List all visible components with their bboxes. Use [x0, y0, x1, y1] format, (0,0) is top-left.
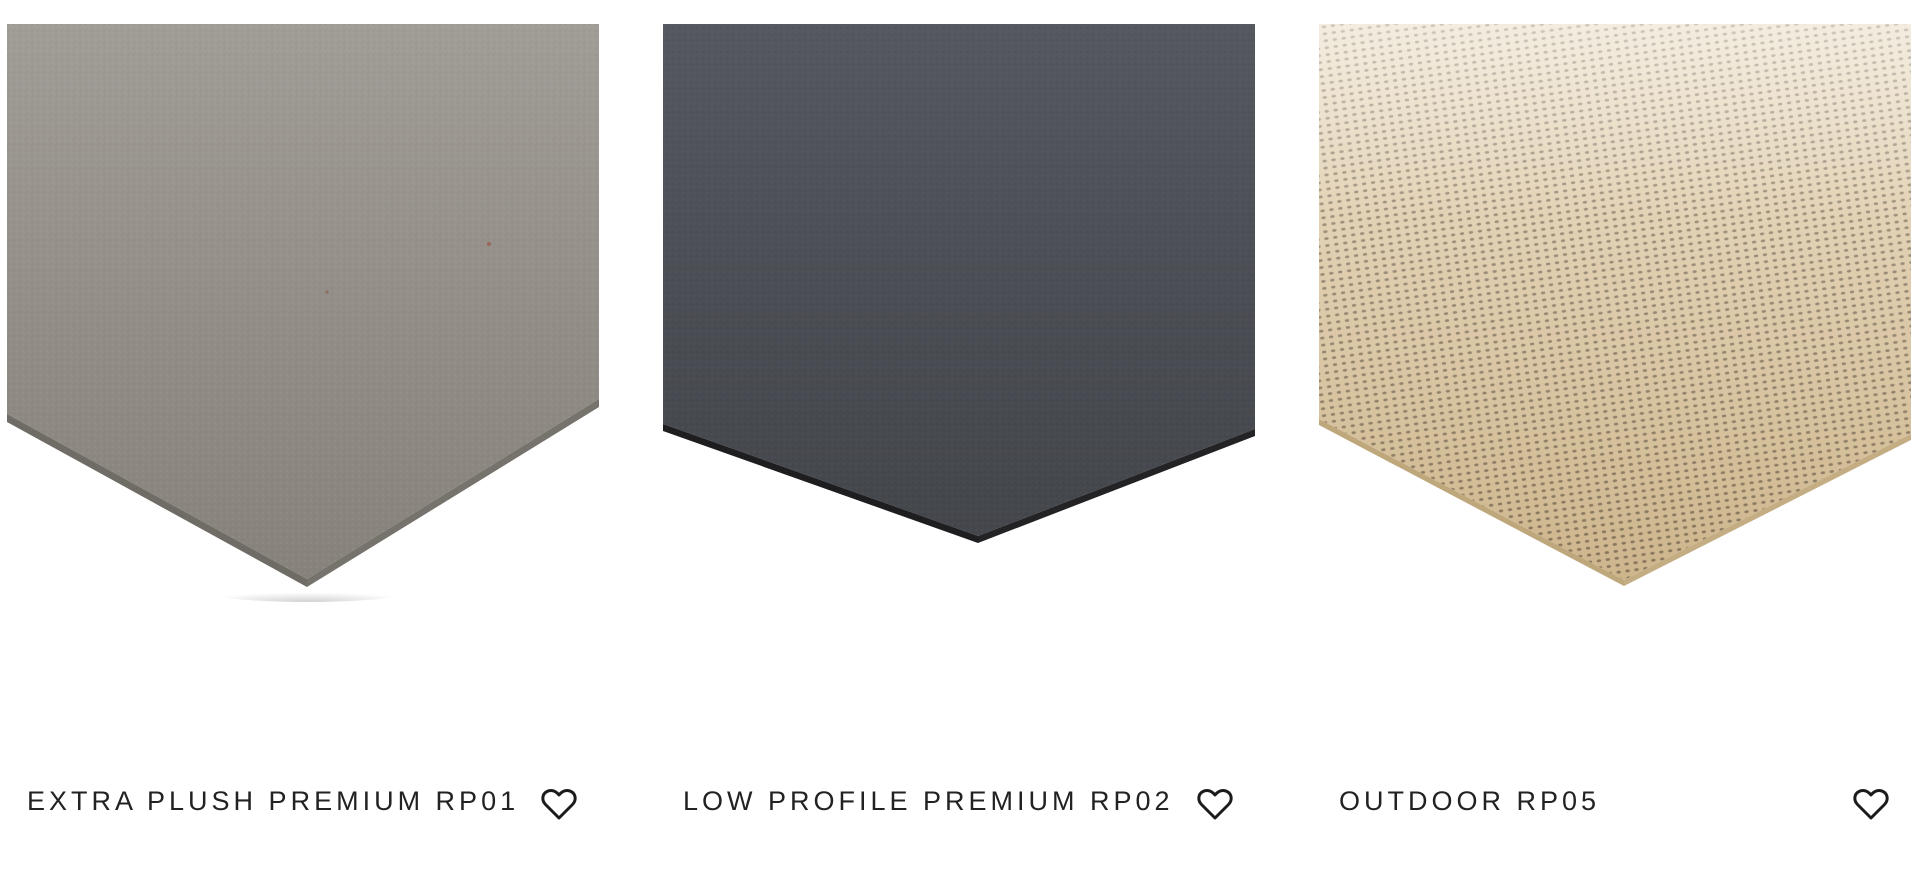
- product-image-rp05[interactable]: [1319, 24, 1911, 616]
- heart-outline-icon[interactable]: [1195, 784, 1235, 824]
- rug-pad-swatch-charcoal: [663, 24, 1255, 543]
- product-title[interactable]: OUTDOOR RP05: [1339, 786, 1600, 817]
- product-card: EXTRA PLUSH PREMIUM RP01: [7, 0, 599, 874]
- product-title[interactable]: EXTRA PLUSH PREMIUM RP01: [27, 786, 519, 817]
- heart-outline-icon[interactable]: [1851, 784, 1891, 824]
- product-caption: LOW PROFILE PREMIUM RP02: [683, 778, 1235, 832]
- product-card: LOW PROFILE PREMIUM RP02: [663, 0, 1255, 874]
- heart-outline-icon[interactable]: [539, 784, 579, 824]
- product-image-rp01[interactable]: [7, 24, 599, 616]
- product-card: OUTDOOR RP05: [1319, 0, 1911, 874]
- rug-pad-swatch-gray: [7, 24, 599, 602]
- product-caption: OUTDOOR RP05: [1339, 778, 1891, 832]
- product-image-rp02[interactable]: [663, 24, 1255, 616]
- product-title[interactable]: LOW PROFILE PREMIUM RP02: [683, 786, 1174, 817]
- rug-pad-swatch-beige: [1319, 24, 1911, 586]
- product-grid: EXTRA PLUSH PREMIUM RP01 LOW PROFILE PRE…: [0, 0, 1924, 874]
- product-caption: EXTRA PLUSH PREMIUM RP01: [27, 778, 579, 832]
